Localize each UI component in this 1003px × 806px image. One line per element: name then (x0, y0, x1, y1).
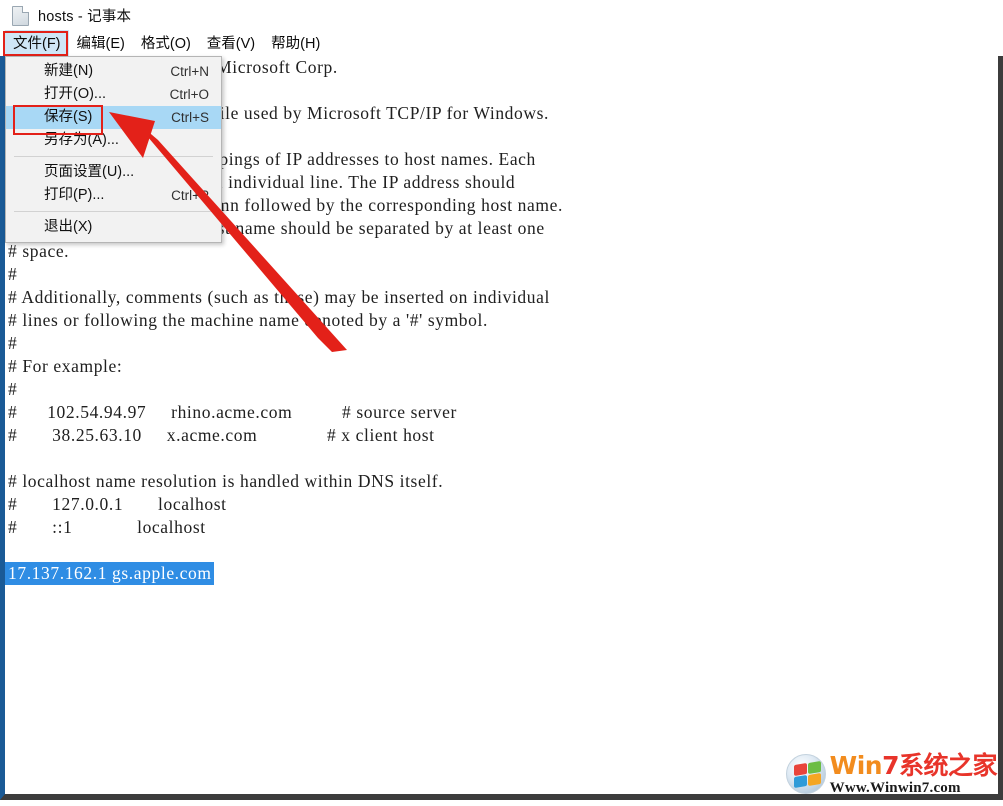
menu-bar: 文件(F) 编辑(E) 格式(O) 查看(V) 帮助(H) (0, 30, 1003, 56)
file-dropdown-menu: 新建(N) Ctrl+N 打开(O)... Ctrl+O 保存(S) Ctrl+… (5, 56, 222, 243)
text-line: # 127.0.0.1 localhost (8, 494, 227, 514)
text-line: # space. (8, 241, 70, 261)
text-line: # 102.54.94.97 rhino.acme.com # source s… (8, 402, 457, 422)
text-line-blank (5, 539, 998, 562)
text-line: # 38.25.63.10 x.acme.com # x client host (8, 425, 435, 445)
menu-separator (14, 156, 213, 157)
watermark-url: Www.Winwin7.com (829, 779, 961, 796)
menu-item-shortcut: Ctrl+P (171, 188, 209, 203)
menu-item-open[interactable]: 打开(O)... Ctrl+O (6, 83, 221, 106)
menu-item-label: 新建(N) (44, 63, 94, 79)
menu-item-label: 页面设置(U)... (44, 164, 135, 180)
watermark-brand-win: Win (829, 750, 883, 780)
watermark-brand-seven: 7 (882, 750, 899, 780)
text-line: # ::1 localhost (8, 517, 206, 537)
menu-edit[interactable]: 编辑(E) (69, 30, 133, 56)
watermark-text: Win7系统之家 Www.Winwin7.com (829, 750, 998, 796)
watermark-brand: Win7系统之家 (829, 750, 998, 780)
menu-item-exit[interactable]: 退出(X) (6, 216, 221, 239)
text-line: # (8, 379, 18, 399)
text-line: # Additionally, comments (such as these)… (8, 287, 550, 307)
menu-view[interactable]: 查看(V) (199, 30, 263, 56)
menu-item-label: 退出(X) (44, 219, 93, 235)
menu-file[interactable]: 文件(F) (5, 30, 69, 56)
menu-item-label: 打印(P)... (44, 187, 105, 203)
windows-logo-icon (785, 754, 826, 794)
title-bar: hosts - 记事本 (0, 0, 1003, 30)
menu-separator (14, 211, 213, 212)
text-line: # localhost name resolution is handled w… (8, 471, 444, 491)
text-line: # lines or following the machine name de… (8, 310, 488, 330)
page-title: hosts - 记事本 (38, 8, 132, 25)
text-line: # (8, 333, 18, 353)
menu-item-page-setup[interactable]: 页面设置(U)... (6, 161, 221, 184)
text-line: # For example: (8, 356, 123, 376)
text-line-blank (5, 447, 998, 470)
menu-help[interactable]: 帮助(H) (263, 30, 328, 56)
menu-item-shortcut: Ctrl+S (171, 110, 209, 125)
watermark: Win7系统之家 Www.Winwin7.com (785, 750, 998, 797)
menu-item-label: 保存(S) (44, 109, 93, 125)
menu-format[interactable]: 格式(O) (133, 30, 199, 56)
menu-item-new[interactable]: 新建(N) Ctrl+N (6, 60, 221, 83)
menu-item-label: 打开(O)... (44, 86, 107, 102)
selected-text-line[interactable]: 17.137.162.1 gs.apple.com (5, 562, 214, 585)
notepad-icon (12, 5, 29, 26)
watermark-brand-cn: 系统之家 (898, 750, 998, 780)
menu-item-save-as[interactable]: 另存为(A)... (6, 129, 221, 152)
menu-item-print[interactable]: 打印(P)... Ctrl+P (6, 184, 221, 207)
text-line: # (8, 264, 18, 284)
notepad-window: hosts - 记事本 文件(F) 编辑(E) 格式(O) 查看(V) 帮助(H… (0, 0, 1003, 806)
menu-item-save[interactable]: 保存(S) Ctrl+S (6, 106, 221, 129)
menu-item-label: 另存为(A)... (44, 132, 119, 148)
menu-item-shortcut: Ctrl+N (170, 64, 209, 79)
menu-item-shortcut: Ctrl+O (169, 87, 209, 102)
